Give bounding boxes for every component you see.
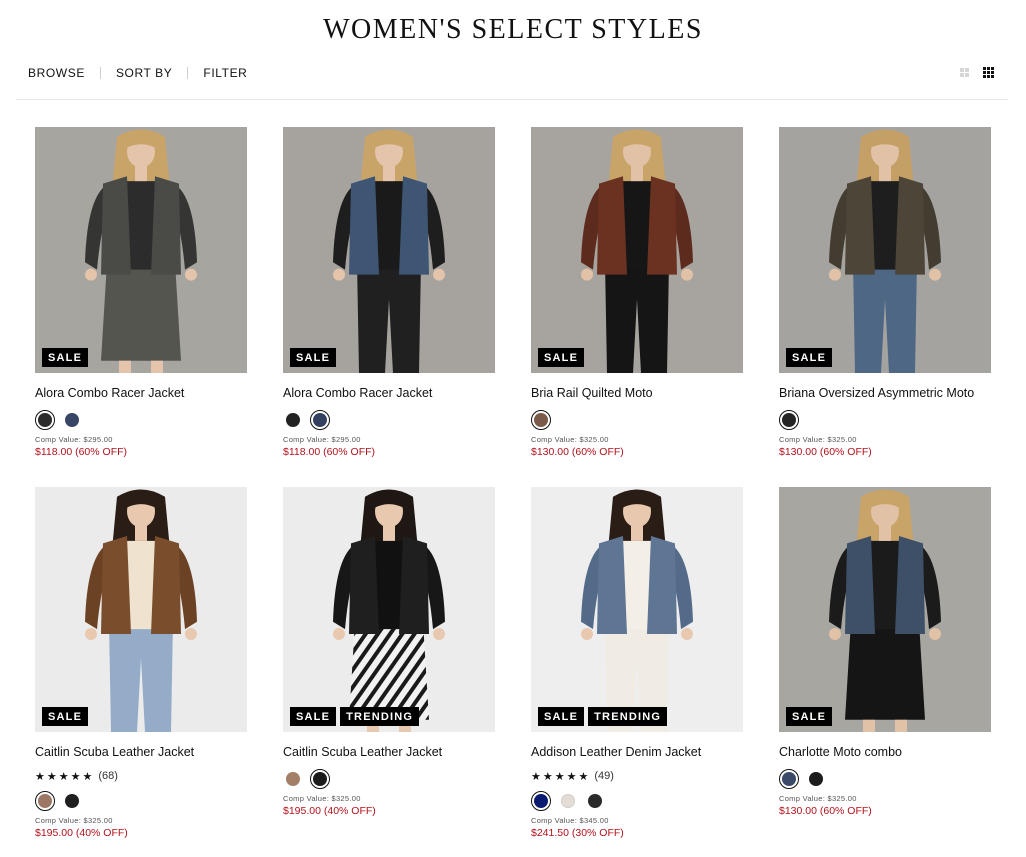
- sale-badge: SALE: [42, 348, 89, 367]
- product-card[interactable]: SALE Charlotte Moto combo Comp Value: $325…: [779, 487, 991, 817]
- filter-button[interactable]: FILTER: [203, 66, 247, 80]
- badge-group: SALE TRENDING: [290, 707, 420, 726]
- sale-price: $130.00 (60% OFF): [779, 805, 872, 817]
- sale-price: $130.00 (60% OFF): [531, 446, 624, 458]
- product-name[interactable]: Caitlin Scuba Leather Jacket: [35, 745, 247, 761]
- color-swatches: [35, 791, 247, 811]
- browse-button[interactable]: BROWSE: [28, 66, 85, 80]
- product-image[interactable]: SALE: [283, 127, 495, 373]
- product-image[interactable]: SALE: [779, 127, 991, 373]
- color-swatches: [779, 410, 991, 430]
- product-name[interactable]: Alora Combo Racer Jacket: [35, 386, 247, 402]
- comp-value: Comp Value: $325.00: [779, 435, 857, 444]
- product-name[interactable]: Briana Oversized Asymmetric Moto: [779, 386, 991, 402]
- product-card[interactable]: SALE Caitlin Scuba Leather Jacket ★★★★★ (68…: [35, 487, 247, 839]
- color-swatches: [531, 410, 743, 430]
- color-swatch[interactable]: [62, 410, 82, 430]
- color-swatch[interactable]: [35, 410, 55, 430]
- comp-value: Comp Value: $345.00: [531, 816, 609, 825]
- product-image[interactable]: SALE: [35, 487, 247, 732]
- color-swatches: [283, 410, 495, 430]
- product-image[interactable]: SALE: [779, 487, 991, 732]
- badge-group: SALE: [290, 348, 337, 367]
- product-image[interactable]: SALE: [35, 127, 247, 373]
- sale-price: $241.50 (30% OFF): [531, 827, 624, 839]
- review-count[interactable]: (49): [594, 770, 614, 782]
- product-name[interactable]: Alora Combo Racer Jacket: [283, 386, 495, 402]
- comp-value: Comp Value: $325.00: [779, 794, 857, 803]
- badge-group: SALE: [42, 707, 89, 726]
- comp-value: Comp Value: $325.00: [531, 435, 609, 444]
- sale-badge: SALE: [786, 707, 833, 726]
- comp-value: Comp Value: $295.00: [283, 435, 361, 444]
- badge-group: SALE: [42, 348, 89, 367]
- product-rating: ★★★★★ (49): [531, 769, 743, 783]
- color-swatch[interactable]: [310, 410, 330, 430]
- grid-2-icon[interactable]: [960, 68, 969, 77]
- product-image[interactable]: SALE TRENDING: [283, 487, 495, 732]
- color-swatches: [283, 769, 495, 789]
- comp-value: Comp Value: $325.00: [35, 816, 113, 825]
- sale-badge: SALE: [290, 348, 337, 367]
- color-swatch[interactable]: [283, 769, 303, 789]
- product-card[interactable]: SALE Alora Combo Racer Jacket Comp Value: …: [35, 127, 247, 458]
- view-toggles: [960, 67, 994, 78]
- toolbar: BROWSE SORT BY FILTER: [28, 64, 247, 82]
- sort-by-button[interactable]: SORT BY: [116, 66, 172, 80]
- product-card[interactable]: SALE TRENDING Caitlin Scuba Leather Jacket…: [283, 487, 495, 817]
- page-title: WOMEN'S SELECT STYLES: [323, 14, 703, 45]
- sale-badge: SALE: [538, 348, 585, 367]
- toolbar-divider: [187, 67, 189, 79]
- badge-group: SALE: [538, 348, 585, 367]
- color-swatch[interactable]: [283, 410, 303, 430]
- color-swatches: [35, 410, 247, 430]
- star-rating-icon: ★★★★★: [531, 770, 591, 783]
- color-swatch[interactable]: [531, 410, 551, 430]
- product-card[interactable]: SALE TRENDING Addison Leather Denim Jacket…: [531, 487, 743, 839]
- badge-group: SALE TRENDING: [538, 707, 668, 726]
- product-name[interactable]: Addison Leather Denim Jacket: [531, 745, 743, 761]
- color-swatch[interactable]: [62, 791, 82, 811]
- sale-price: $195.00 (40% OFF): [283, 805, 376, 817]
- sale-price: $130.00 (60% OFF): [779, 446, 872, 458]
- color-swatch[interactable]: [585, 791, 605, 811]
- star-rating-icon: ★★★★★: [35, 770, 95, 783]
- product-image[interactable]: SALE: [531, 127, 743, 373]
- product-image[interactable]: SALE TRENDING: [531, 487, 743, 732]
- sale-price: $195.00 (40% OFF): [35, 827, 128, 839]
- trending-badge: TRENDING: [588, 707, 668, 726]
- product-name[interactable]: Bria Rail Quilted Moto: [531, 386, 743, 402]
- color-swatches: [779, 769, 991, 789]
- color-swatch[interactable]: [531, 791, 551, 811]
- sale-badge: SALE: [42, 707, 89, 726]
- product-name[interactable]: Charlotte Moto combo: [779, 745, 991, 761]
- header-divider: [16, 99, 1008, 100]
- badge-group: SALE: [786, 707, 833, 726]
- color-swatch[interactable]: [806, 769, 826, 789]
- comp-value: Comp Value: $325.00: [283, 794, 361, 803]
- toolbar-divider: [99, 67, 101, 79]
- sale-price: $118.00 (60% OFF): [35, 446, 128, 458]
- review-count[interactable]: (68): [98, 770, 118, 782]
- sale-badge: SALE: [290, 707, 337, 726]
- color-swatch[interactable]: [35, 791, 55, 811]
- comp-value: Comp Value: $295.00: [35, 435, 113, 444]
- badge-group: SALE: [786, 348, 833, 367]
- product-name[interactable]: Caitlin Scuba Leather Jacket: [283, 745, 495, 761]
- product-card[interactable]: SALE Alora Combo Racer Jacket Comp Value: …: [283, 127, 495, 458]
- sale-badge: SALE: [538, 707, 585, 726]
- color-swatch[interactable]: [779, 410, 799, 430]
- sale-badge: SALE: [786, 348, 833, 367]
- color-swatches: [531, 791, 743, 811]
- product-rating: ★★★★★ (68): [35, 769, 247, 783]
- color-swatch[interactable]: [310, 769, 330, 789]
- color-swatch[interactable]: [779, 769, 799, 789]
- grid-3-icon[interactable]: [983, 67, 994, 78]
- sale-price: $118.00 (60% OFF): [283, 446, 376, 458]
- product-card[interactable]: SALE Briana Oversized Asymmetric Moto Comp…: [779, 127, 991, 458]
- trending-badge: TRENDING: [340, 707, 420, 726]
- color-swatch[interactable]: [558, 791, 578, 811]
- product-card[interactable]: SALE Bria Rail Quilted Moto Comp Value: $3…: [531, 127, 743, 458]
